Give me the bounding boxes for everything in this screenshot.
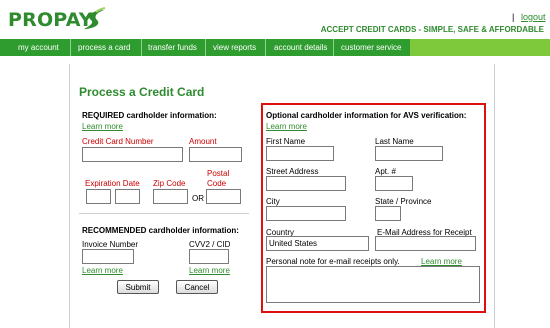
personal-note-textarea[interactable] (266, 266, 480, 303)
apt-input[interactable] (375, 176, 413, 191)
expiration-year-input[interactable] (115, 189, 140, 204)
logo-text: PROPAY (8, 9, 93, 31)
zip-code-label: Zip Code (153, 179, 186, 188)
country-input[interactable] (266, 236, 369, 251)
optional-heading: Optional cardholder information for AVS … (266, 111, 467, 120)
city-input[interactable] (266, 206, 346, 221)
nav-divider (205, 39, 206, 56)
tagline: ACCEPT CREDIT CARDS - SIMPLE, SAFE & AFF… (320, 25, 544, 34)
zip-code-input[interactable] (153, 189, 188, 204)
nav-divider (265, 39, 266, 56)
page-title: Process a Credit Card (79, 85, 205, 99)
city-label: City (266, 197, 280, 206)
first-name-input[interactable] (266, 146, 334, 161)
street-address-input[interactable] (266, 176, 346, 191)
cvv-input[interactable] (189, 249, 229, 264)
expiration-month-input[interactable] (86, 189, 111, 204)
section-divider (79, 213, 249, 214)
card-number-label: Credit Card Number (82, 137, 154, 146)
submit-button[interactable]: Submit (117, 280, 159, 294)
nav-process-card[interactable]: process a card (78, 39, 130, 56)
nav-account-details[interactable]: account details (274, 39, 327, 56)
required-heading: REQUIRED cardholder information: (82, 111, 217, 120)
nav-customer-service[interactable]: customer service (341, 39, 401, 56)
personal-note-label: Personal note for e-mail receipts only. (266, 257, 400, 266)
card-number-input[interactable] (82, 147, 183, 162)
cvv-label: CVV2 / CID (189, 240, 231, 249)
apt-label: Apt. # (375, 167, 396, 176)
swoosh-icon (84, 7, 106, 29)
email-receipt-input[interactable] (375, 236, 476, 251)
nav-divider (141, 39, 142, 56)
last-name-label: Last Name (375, 137, 414, 146)
required-learn-more-link[interactable]: Learn more (82, 122, 123, 131)
expiration-label: Expiration Date (85, 179, 140, 188)
invoice-number-input[interactable] (82, 249, 134, 264)
header-separator: | (512, 12, 515, 22)
state-province-input[interactable] (375, 206, 401, 221)
optional-learn-more-link[interactable]: Learn more (266, 122, 307, 131)
recommended-heading: RECOMMENDED cardholder information: (82, 226, 239, 235)
invoice-learn-more-link[interactable]: Learn more (82, 266, 123, 275)
last-name-input[interactable] (375, 146, 443, 161)
nav-my-account[interactable]: my account (18, 39, 59, 56)
state-province-label: State / Province (375, 197, 432, 206)
nav-divider (333, 39, 334, 56)
logout-link[interactable]: logout (521, 12, 546, 22)
nav-transfer-funds[interactable]: transfer funds (148, 39, 197, 56)
invoice-number-label: Invoice Number (82, 240, 139, 249)
nav-view-reports[interactable]: view reports (213, 39, 256, 56)
postal-code-input[interactable] (206, 189, 241, 204)
street-address-label: Street Address (266, 167, 319, 176)
nav-divider (70, 39, 71, 56)
postal-code-label-line2: Code (207, 179, 227, 188)
nav-filler (410, 39, 550, 56)
personal-note-learn-more-link[interactable]: Learn more (421, 257, 462, 266)
cvv-learn-more-link[interactable]: Learn more (189, 266, 230, 275)
amount-label: Amount (189, 137, 217, 146)
postal-code-label-line1: Postal (207, 169, 230, 178)
amount-input[interactable] (189, 147, 242, 162)
cancel-button[interactable]: Cancel (176, 280, 218, 294)
or-text: OR (192, 194, 204, 203)
first-name-label: First Name (266, 137, 306, 146)
